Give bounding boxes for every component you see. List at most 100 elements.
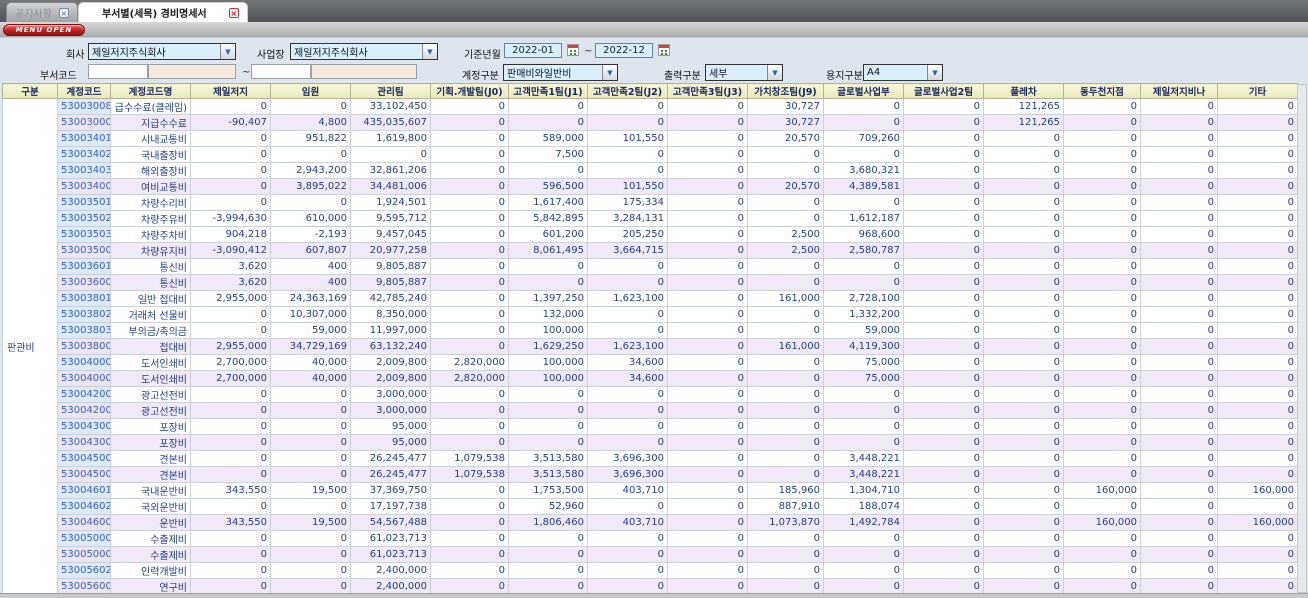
table-row[interactable]: 53004500 견본비 0 0 26,245,477 1,079,538 3,513,58…	[3, 450, 1298, 467]
value-cell: 0	[983, 450, 1064, 467]
table-row[interactable]: 판관비 53003008 급수수료(클레임) 0 0 33,102,450 0 0 0 0 30,7…	[2, 98, 1298, 595]
value-cell: 0	[823, 386, 904, 403]
table-row[interactable]: 53003402 국내출장비 0 0 0 0 7,500 0 0 0 0 0 0 0 0 0	[3, 146, 1298, 163]
table-row[interactable]: 53003500 차량유지비 -3,090,412 607,807 20,977,258…	[3, 242, 1298, 259]
table-row[interactable]: 53004000 도서인쇄비 2,700,000 40,000 2,009,800 2,8…	[3, 354, 1298, 371]
account-type-select[interactable]: 판매비와일반비 ▼	[503, 64, 618, 81]
column-header[interactable]: 기획.개발팀(J0)	[430, 83, 509, 99]
value-cell: 0	[983, 418, 1064, 435]
table-row[interactable]: 53003800 접대비 2,955,000 34,729,169 63,132,240…	[3, 338, 1298, 355]
table-row[interactable]: 53005000 수출제비 0 0 61,023,713 0 0 0 0 0 0 0 0 0 0 0	[3, 546, 1298, 563]
table-row[interactable]: 53004200 광고선전비 0 0 3,000,000 0 0 0 0 0 0 0 0 0 0 0	[3, 386, 1298, 403]
column-header[interactable]: 구분	[2, 83, 58, 99]
column-header[interactable]: 글로벌사업부	[823, 83, 904, 99]
table-row[interactable]: 53004200 광고선전비 0 0 3,000,000 0 0 0 0 0 0 0 0 0 0 0	[3, 402, 1298, 419]
value-cell: 0	[1140, 242, 1218, 259]
table-row[interactable]: 53003502 차량주유비 -3,994,630 610,000 9,595,712 0…	[3, 210, 1298, 227]
value-cell: 0	[190, 498, 271, 515]
table-row[interactable]: 53003503 차량주차비 904,218 -2,193 9,457,045 0 601,…	[3, 226, 1298, 243]
paper-type-select[interactable]: A4 ▼	[863, 64, 943, 81]
close-icon[interactable]: ×	[228, 7, 239, 18]
value-cell: 0	[747, 418, 824, 435]
table-row[interactable]: 53004500 견본비 0 0 26,245,477 1,079,538 3,513,58…	[3, 466, 1298, 483]
value-cell: 0	[1217, 210, 1298, 227]
tab-bar: 공지사항 × 부서별(세목) 경비명세서 ×	[0, 0, 1308, 22]
value-cell: 0	[667, 386, 748, 403]
bottom-strip	[0, 593, 1308, 598]
period-to-input[interactable]: 2022-12	[595, 43, 653, 58]
value-cell: 0	[823, 146, 904, 163]
value-cell: 20,570	[747, 178, 824, 195]
column-header[interactable]: 고객만족1팀(J1)	[508, 83, 588, 99]
table-row[interactable]: 53005602 인력개발비 0 0 2,400,000 0 0 0 0 0 0 0 0 0 0 0	[3, 562, 1298, 579]
value-cell: 0	[747, 530, 824, 547]
column-header[interactable]: 관리팀	[350, 83, 431, 99]
table-row[interactable]: 53003803 부의금/축의금 0 59,000 11,997,000 0 100,000…	[3, 322, 1298, 339]
value-cell: 0	[1063, 402, 1141, 419]
value-cell: 0	[430, 290, 509, 307]
table-row[interactable]: 53003400 여비교통비 0 3,895,022 34,481,006 0 596,50…	[3, 178, 1298, 195]
menu-open-button[interactable]: MENU OPEN	[3, 24, 85, 36]
site-select[interactable]: 제일저지주식회사 ▼	[290, 43, 438, 60]
table-row[interactable]: 53003401 시내교통비 0 951,822 1,619,800 0 589,000 10…	[3, 130, 1298, 147]
chevron-down-icon: ▼	[602, 65, 617, 80]
value-cell: 0	[903, 194, 984, 211]
column-header[interactable]: 고객만족3팀(J3)	[667, 83, 748, 99]
column-header[interactable]: 계정코드명	[110, 83, 191, 99]
column-header[interactable]: 가치창조팀(J9)	[747, 83, 824, 99]
value-cell: 0	[587, 562, 668, 579]
table-row[interactable]: 53003601 통신비 3,620 400 9,805,887 0 0 0 0 0 0 0 0 0 0 0	[3, 258, 1298, 275]
column-header[interactable]: 기타	[1217, 83, 1298, 99]
value-cell: 887,910	[747, 498, 824, 515]
value-cell: 26,245,477	[350, 466, 431, 483]
value-cell: 61,023,713	[350, 530, 431, 547]
table-row[interactable]: 53004601 국내운반비 343,550 19,500 37,369,750 0 1,7…	[3, 482, 1298, 499]
table-row[interactable]: 53003802 거래처 선물비 0 10,307,000 8,350,000 0 132,…	[3, 306, 1298, 323]
column-header[interactable]: 글로벌사업2팀	[903, 83, 984, 99]
period-from-input[interactable]: 2022-01	[504, 43, 562, 58]
value-cell: 52,960	[508, 498, 588, 515]
value-cell: 0	[823, 402, 904, 419]
output-type-select[interactable]: 세부 ▼	[705, 64, 783, 81]
dept-to-code-input[interactable]	[251, 64, 311, 79]
table-row[interactable]: 53004300 포장비 0 0 95,000 0 0 0 0 0 0 0 0 0 0 0	[3, 418, 1298, 435]
calendar-icon[interactable]	[658, 44, 670, 56]
value-cell: 3,680,321	[823, 162, 904, 179]
table-row[interactable]: 53003000 지급수수료 -90,407 4,800 435,035,607 0 0 0 0…	[3, 114, 1298, 131]
value-cell: 160,000	[1217, 482, 1298, 499]
column-header[interactable]: 플레차	[983, 83, 1064, 99]
table-row[interactable]: 53004600 운반비 343,550 19,500 54,567,488 0 1,806…	[3, 514, 1298, 531]
calendar-icon[interactable]	[567, 44, 579, 56]
column-header[interactable]: 계정코드	[57, 83, 111, 99]
table-row[interactable]: 53004300 포장비 0 0 95,000 0 0 0 0 0 0 0 0 0 0 0	[3, 434, 1298, 451]
dept-from-code-input[interactable]	[88, 64, 148, 79]
column-header[interactable]: 동두천지점	[1063, 83, 1141, 99]
account-code-cell: 53003400	[57, 178, 111, 195]
value-cell: 0	[903, 370, 984, 387]
table-row[interactable]: 53004000 도서인쇄비 2,700,000 40,000 2,009,800 2,8…	[3, 370, 1298, 387]
table-row[interactable]: 53003801 일반 접대비 2,955,000 24,363,169 42,785,…	[3, 290, 1298, 307]
table-row[interactable]: 53003403 해외출장비 0 2,943,200 32,861,206 0 0 0 0 0 3,…	[3, 162, 1298, 179]
value-cell: 0	[667, 322, 748, 339]
close-icon[interactable]: ×	[58, 7, 69, 18]
column-header[interactable]: 고객만족2팀(J2)	[587, 83, 668, 99]
value-cell: 0	[747, 466, 824, 483]
tab-expense-report[interactable]: 부서별(세목) 경비명세서 ×	[77, 2, 248, 22]
vertical-scrollbar[interactable]	[1297, 84, 1307, 593]
column-header[interactable]: 제일저지비나	[1140, 83, 1218, 99]
account-code-cell: 53003000	[57, 114, 111, 131]
column-header[interactable]: 제일저지	[190, 83, 271, 99]
tab-notice[interactable]: 공지사항 ×	[6, 2, 78, 22]
account-name-cell: 통신비	[110, 274, 191, 291]
column-header[interactable]: 임원	[270, 83, 351, 99]
value-cell: 0	[430, 162, 509, 179]
table-row[interactable]: 53005000 수출제비 0 0 61,023,713 0 0 0 0 0 0 0 0 0 0 0	[3, 530, 1298, 547]
table-row[interactable]: 53003600 통신비 3,620 400 9,805,887 0 0 0 0 0 0 0 0 0 0 0	[3, 274, 1298, 291]
value-cell: 0	[1063, 450, 1141, 467]
value-cell: 0	[508, 114, 588, 131]
value-cell: 8,350,000	[350, 306, 431, 323]
table-row[interactable]: 53004602 국외운반비 0 0 17,197,738 0 52,960 0 0 887,91…	[3, 498, 1298, 515]
value-cell: 0	[508, 402, 588, 419]
company-select[interactable]: 제일저지주식회사 ▼	[88, 43, 236, 60]
table-row[interactable]: 53003501 차량수리비 0 0 1,924,501 0 1,617,400 175,33…	[3, 194, 1298, 211]
